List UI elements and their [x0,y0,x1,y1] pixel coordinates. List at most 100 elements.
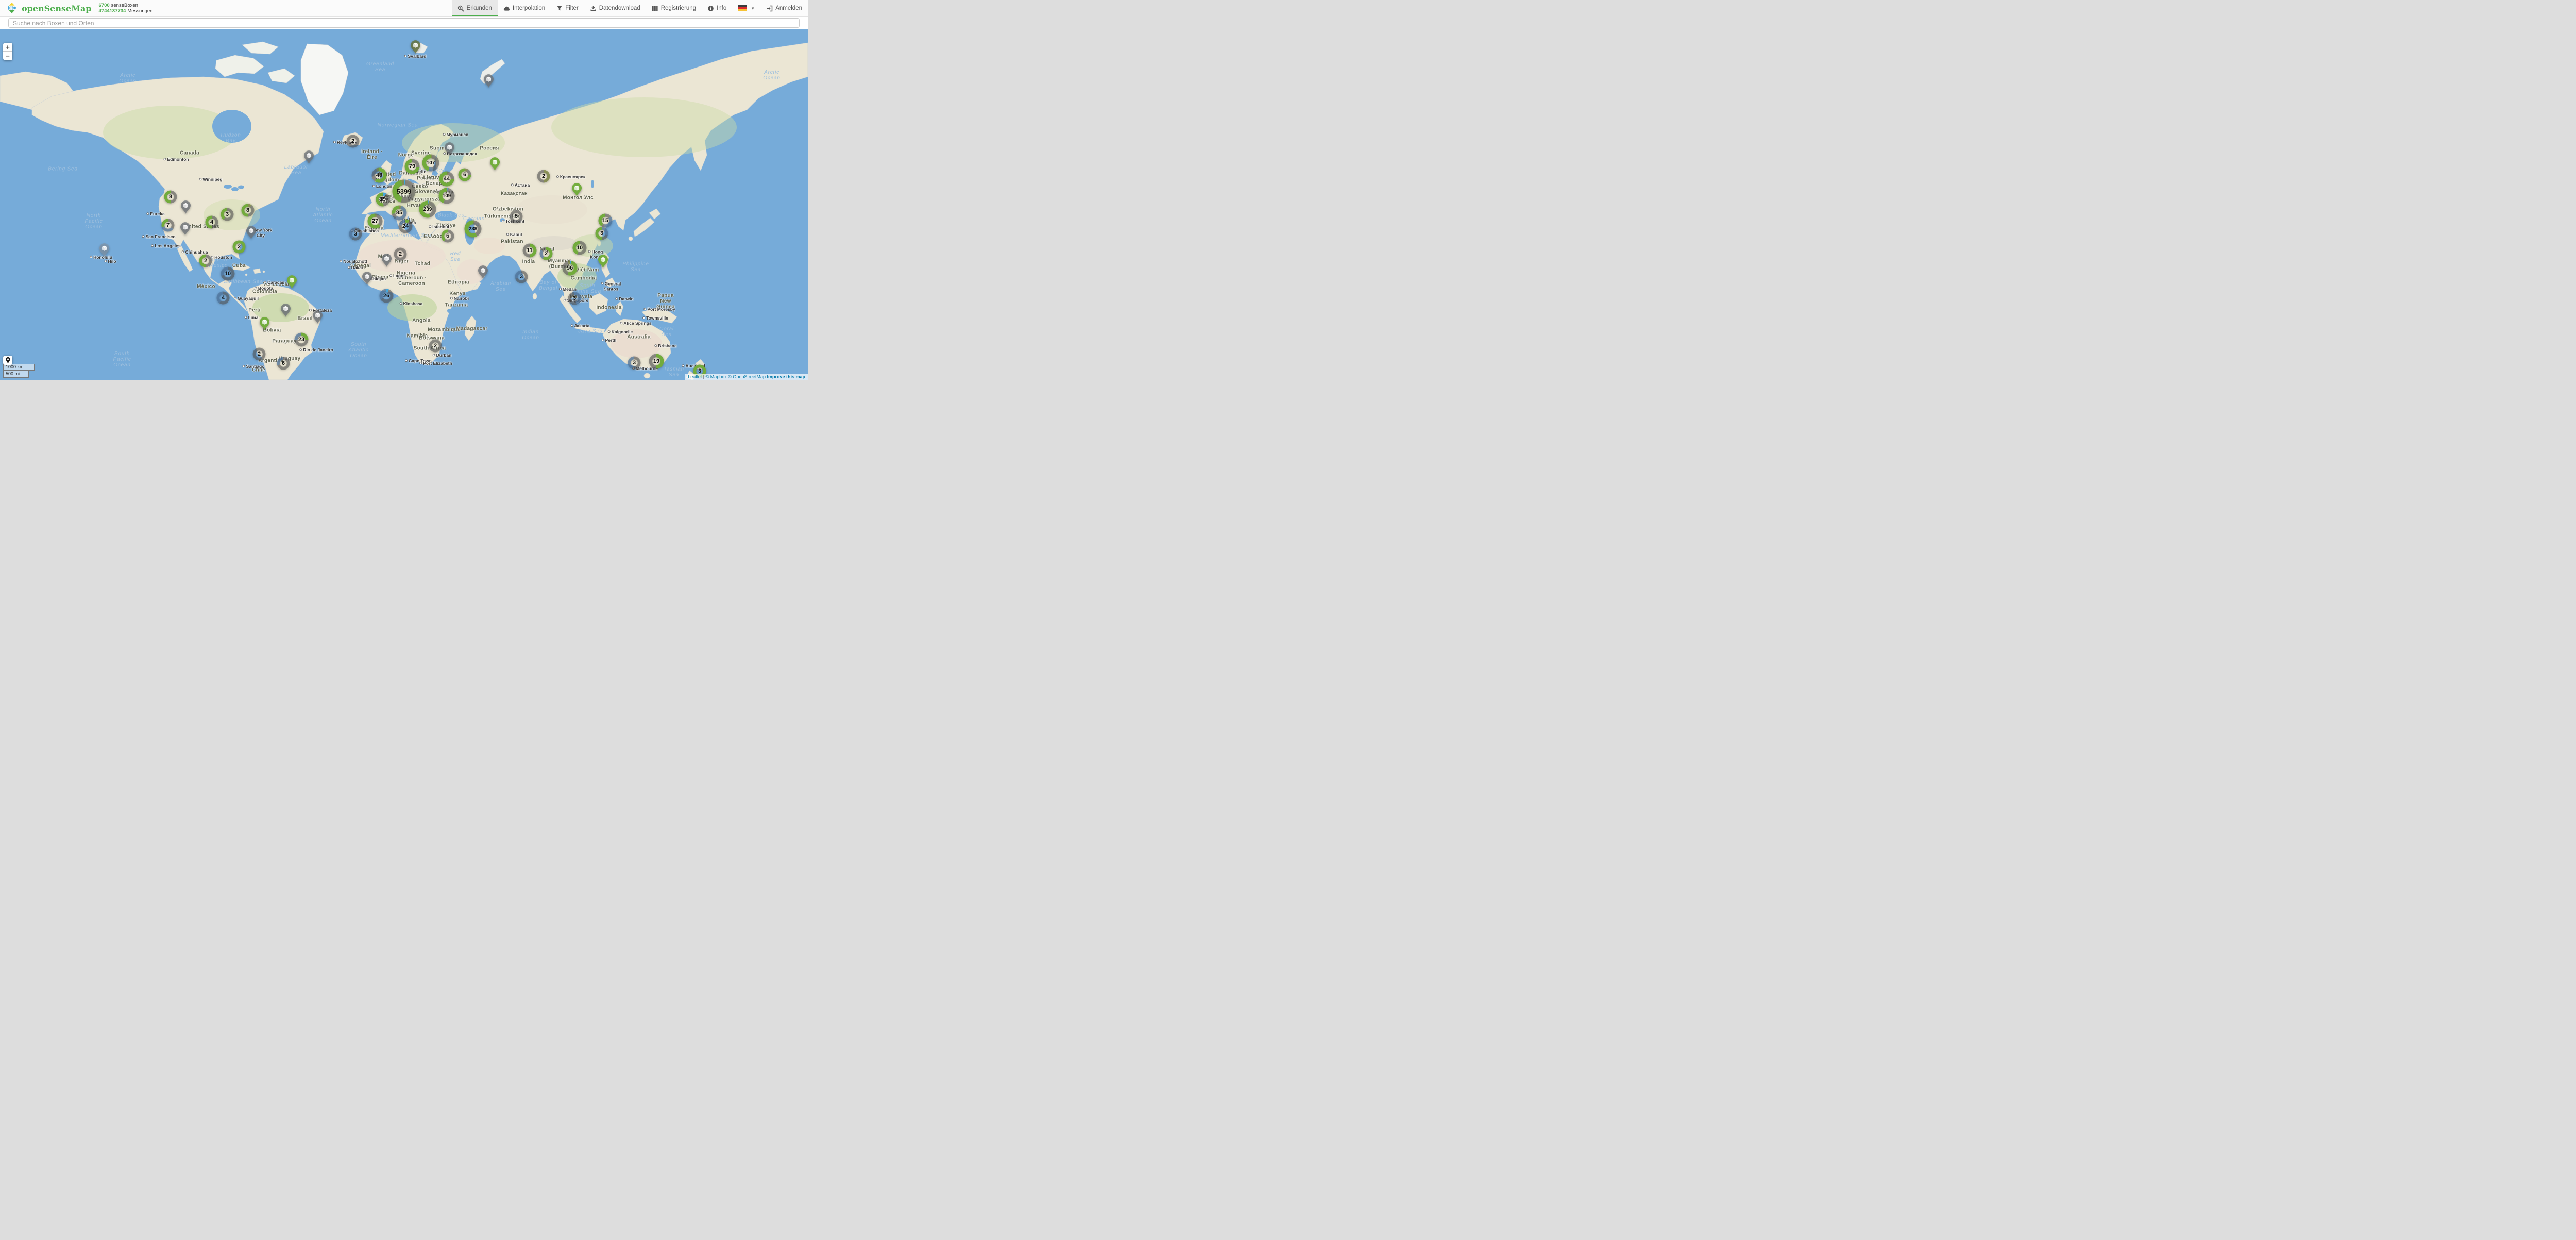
cluster-marker[interactable]: 109 [438,188,455,204]
cluster-count: 3 [595,227,608,240]
cluster-count: 3 [221,208,234,221]
sensebox-pin-brazil-central[interactable] [281,304,291,317]
cluster-marker[interactable]: 5399 [392,179,416,203]
sensebox-pin-greenland-south[interactable] [304,150,314,164]
cluster-marker[interactable]: 2 [252,347,266,361]
sensebox-pin-mongolia[interactable] [572,183,582,196]
cluster-marker[interactable]: 3 [349,227,362,241]
cluster-marker[interactable]: 24 [398,219,413,233]
cluster-marker[interactable]: 6 [277,357,290,370]
cluster-marker[interactable]: 7 [161,219,175,232]
cluster-marker[interactable]: 3 [221,208,234,221]
cluster-marker[interactable]: 238 [464,220,482,238]
cluster-count: 239 [419,200,436,218]
sensebox-pin-yekaterinburg[interactable] [490,157,500,171]
cluster-marker[interactable]: 5 [510,210,523,223]
map-attribution: Leaflet | © Mapbox © OpenStreetMap Impro… [685,374,808,380]
cluster-marker[interactable]: 11 [522,243,537,258]
cluster-marker[interactable]: 85 [392,205,407,221]
nav-tab-filter[interactable]: Filter [551,0,584,16]
cluster-count: 2 [394,247,407,261]
cluster-marker[interactable]: 239 [419,200,436,218]
sensebox-pin-guinea[interactable] [362,272,372,285]
cluster-count: 2 [346,135,360,148]
cluster-marker[interactable]: 48 [371,167,387,183]
osm-link[interactable]: © OpenStreetMap [728,374,766,379]
cluster-marker[interactable]: 2 [429,339,442,353]
zoom-control: + − [3,43,12,60]
map-canvas[interactable]: Arctic OceanArctic OceanNorth Pacific Oc… [0,29,808,380]
cluster-marker[interactable]: 10 [221,266,235,281]
cluster-marker[interactable]: 23 [294,332,309,347]
chevron-down-icon: ▼ [751,6,755,11]
sensebox-pin-hawaii[interactable] [99,243,109,257]
cluster-count: 26 [379,289,394,303]
cluster-marker[interactable]: 6 [441,229,454,243]
cluster-marker[interactable]: 8 [164,190,177,204]
geolocate-button[interactable] [3,356,12,365]
barcode-icon [652,5,658,12]
cluster-marker[interactable]: 4 [216,291,230,305]
info-icon [707,5,714,12]
nav-tab-interpolation[interactable]: Interpolation [498,0,551,16]
cluster-marker[interactable]: 2 [394,247,407,261]
sensebox-pin-arkhangelsk[interactable] [445,142,454,156]
nav-tab-datendownload[interactable]: Datendownload [584,0,646,16]
language-menu[interactable]: ▼ [732,0,760,16]
cluster-marker[interactable]: 2 [199,254,212,267]
cluster-marker[interactable]: 19 [376,192,390,207]
cluster-marker[interactable]: 79 [404,159,420,174]
cluster-count: 19 [649,354,664,369]
cluster-marker[interactable]: 10 [572,241,587,255]
cluster-marker[interactable]: 2 [232,240,246,254]
cluster-marker[interactable]: 6 [458,168,471,181]
cluster-marker[interactable]: 2 [539,247,553,260]
sensebox-pin-philippines[interactable] [598,255,608,268]
cluster-count: 5 [510,210,523,223]
cluster-marker[interactable]: 56 [562,260,578,276]
cluster-marker[interactable]: 3 [515,270,528,283]
cluster-marker[interactable]: 4 [205,215,218,229]
cluster-marker[interactable]: 19 [649,354,664,369]
cluster-count: 24 [398,219,413,233]
zoom-out-button[interactable]: − [3,52,12,60]
sensebox-pin-novaya-zemlya[interactable] [484,74,494,88]
leaflet-link[interactable]: Leaflet [688,374,702,379]
sensebox-pin-mali[interactable] [382,254,392,267]
cluster-marker[interactable]: 3 [628,356,641,370]
sensebox-pin-svalbard[interactable] [411,40,420,54]
improve-map-link[interactable]: Improve this map [767,374,805,379]
sensebox-pin-idaho[interactable] [181,200,191,214]
mapbox-link[interactable]: © Mapbox [706,374,727,379]
header: openSenseMap 6700senseBoxen 4744137734Me… [0,0,808,17]
nav-tab-info[interactable]: Info [702,0,732,16]
nav-tab-registrierung[interactable]: Registrierung [646,0,702,16]
search-input[interactable] [8,18,800,28]
cluster-count: 10 [572,241,587,255]
cluster-marker[interactable]: 2 [537,170,550,183]
cluster-marker[interactable]: 26 [379,289,394,303]
cluster-count: 56 [562,260,578,276]
download-icon [590,5,597,12]
sensebox-pin-bolivia[interactable] [260,317,269,330]
cluster-marker[interactable]: 27 [367,213,383,229]
cluster-count: 48 [371,167,387,183]
sensebox-pin-persian-gulf[interactable] [478,265,488,279]
cloud-icon [503,5,510,12]
cluster-marker[interactable]: 44 [439,171,454,187]
sensebox-pin-arizona[interactable] [180,222,190,236]
cluster-count: 8 [241,204,255,217]
sensebox-pin-us-east[interactable] [246,226,256,239]
sensebox-pin-suriname[interactable] [287,275,297,289]
brand[interactable]: openSenseMap [0,0,94,16]
cluster-marker[interactable]: 2 [346,135,360,148]
cluster-marker[interactable]: 15 [598,213,613,228]
cluster-marker[interactable]: 3 [595,227,608,240]
cluster-marker[interactable]: 107 [422,154,439,172]
zoom-in-button[interactable]: + [3,43,12,52]
cluster-marker[interactable]: 8 [241,204,255,217]
cluster-marker[interactable]: 3 [568,292,581,305]
sensebox-pin-recife[interactable] [313,310,323,324]
nav-tab-erkunden[interactable]: Erkunden [452,0,498,16]
nav-anmelden[interactable]: Anmelden [760,0,808,16]
